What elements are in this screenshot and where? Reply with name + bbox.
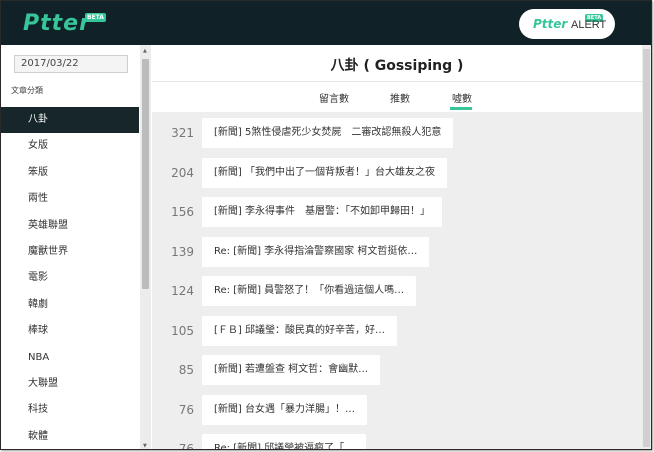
sidebar-item-12[interactable]: 軟體 (1, 424, 139, 449)
tab-comments[interactable]: 留言數 (319, 90, 349, 105)
app-window: Ptter BETA Ptter BETA ALERT 2017/03/22 文… (0, 0, 652, 450)
post-title-link[interactable]: Re: [新聞] 李永得指淪警察國家 柯文哲挺依… (202, 236, 430, 267)
board-title: 八卦 ( Gossiping ) (330, 58, 464, 74)
post-title-link[interactable]: [ＦＢ] 邱議瑩：酸民真的好辛苦，好… (202, 315, 397, 346)
post-count: 105 (171, 323, 194, 338)
sidebar-item-3[interactable]: 兩性 (1, 186, 139, 212)
sidebar-item-1[interactable]: 女版 (1, 133, 139, 159)
beta-badge: BETA (85, 13, 106, 22)
post-title-link[interactable]: Re: [新聞] 員警怒了！「你看過這個人嗎… (202, 276, 417, 306)
post-title-link[interactable]: [新聞] 5煞性侵虐死少女焚屍 二審改認無殺人犯意 (202, 118, 454, 148)
post-row[interactable]: 124 Re: [新聞] 員警怒了！「你看過這個人嗎… (152, 276, 642, 306)
tab-pushes[interactable]: 推數 (390, 90, 410, 105)
tabs-divider (152, 81, 642, 82)
post-title-link[interactable]: [新聞] 李永得事件 基層警：「不如卸甲歸田！」 (202, 197, 442, 227)
post-title-link[interactable]: Re: [新聞] 邱議瑩被逼瘋了「… (202, 434, 367, 449)
sidebar-scrollbar[interactable]: ▲ ▼ (140, 45, 151, 449)
alert-label: ALERT (571, 19, 607, 31)
sidebar-item-5[interactable]: 魔獸世界 (1, 239, 139, 265)
post-row[interactable]: 76 Re: [新聞] 邱議瑩被逼瘋了「… (152, 434, 642, 450)
ptter-alert-button[interactable]: Ptter BETA ALERT (519, 9, 615, 39)
post-count: 76 (178, 402, 194, 417)
category-list: 八卦 女版 笨版 兩性 英雄聯盟 魔獸世界 電影 韓劇 棒球 NBA 大聯盟 科技 軟體 (1, 107, 139, 449)
sidebar-item-6[interactable]: 電影 (1, 265, 139, 291)
post-count: 321 (171, 126, 194, 140)
sidebar-item-9[interactable]: NBA (1, 345, 139, 371)
ptter-logo[interactable]: Ptter BETA (23, 11, 106, 36)
sidebar-item-2[interactable]: 笨版 (1, 160, 139, 186)
post-row[interactable]: 204 [新聞] 「我們中出了一個背叛者！」台大雄友之夜 (152, 157, 642, 188)
top-navbar: Ptter BETA Ptter BETA ALERT (1, 1, 651, 45)
active-tab-indicator (450, 107, 472, 110)
post-row[interactable]: 105 [ＦＢ] 邱議瑩：酸民真的好辛苦，好… (152, 315, 642, 346)
post-list: 321 [新聞] 5煞性侵虐死少女焚屍 二審改認無殺人犯意 204 [新聞] 「我們中… (152, 112, 642, 450)
post-count: 139 (171, 244, 194, 259)
date-field[interactable]: 2017/03/22 (14, 55, 128, 73)
post-title-link[interactable]: [新聞] 「我們中出了一個背叛者！」台大雄友之夜 (202, 157, 447, 188)
alert-logo-text: Ptter (533, 17, 568, 31)
logo-text: Ptter (23, 11, 91, 36)
main-scrollbar[interactable] (642, 45, 651, 449)
post-row[interactable]: 156 [新聞] 李永得事件 基層警：「不如卸甲歸田！」 (152, 197, 642, 227)
post-title-link[interactable]: [新聞] 台女遇「暴力洋腸」！… (202, 394, 367, 425)
post-title-link[interactable]: [新聞] 若遭盤查 柯文哲：會幽默… (202, 355, 381, 385)
scroll-down-arrow-icon[interactable]: ▼ (143, 443, 147, 449)
main-scroll-thumb[interactable] (643, 49, 650, 447)
sidebar-item-7[interactable]: 韓劇 (1, 292, 139, 318)
post-count: 124 (171, 284, 194, 298)
post-count: 76 (178, 442, 194, 450)
sidebar-item-0[interactable]: 八卦 (1, 107, 139, 134)
sidebar-item-8[interactable]: 棒球 (1, 318, 139, 344)
post-row[interactable]: 85 [新聞] 若遭盤查 柯文哲：會幽默… (152, 355, 642, 385)
sidebar-item-10[interactable]: 大聯盟 (1, 371, 139, 397)
sidebar-scroll-thumb[interactable] (142, 59, 149, 289)
post-row[interactable]: 321 [新聞] 5煞性侵虐死少女焚屍 二審改認無殺人犯意 (152, 118, 642, 148)
post-count: 204 (171, 165, 194, 180)
main-content: 八卦 ( Gossiping ) 留言數 推數 噓數 321 [新聞] 5煞性侵虐… (152, 45, 651, 450)
sidebar-item-4[interactable]: 英雄聯盟 (1, 213, 139, 239)
category-heading: 文章分類 (11, 86, 43, 95)
sidebar-item-11[interactable]: 科技 (1, 397, 139, 423)
sidebar: 2017/03/22 文章分類 八卦 女版 笨版 兩性 英雄聯盟 魔獸世界 電影 韓劇 棒球 NB… (1, 45, 151, 449)
tab-boos[interactable]: 噓數 (452, 90, 472, 105)
scroll-up-arrow-icon[interactable]: ▲ (143, 48, 147, 54)
post-row[interactable]: 139 Re: [新聞] 李永得指淪警察國家 柯文哲挺依… (152, 236, 642, 267)
post-row[interactable]: 76 [新聞] 台女遇「暴力洋腸」！… (152, 394, 642, 425)
post-count: 156 (171, 205, 194, 219)
post-count: 85 (178, 363, 194, 377)
